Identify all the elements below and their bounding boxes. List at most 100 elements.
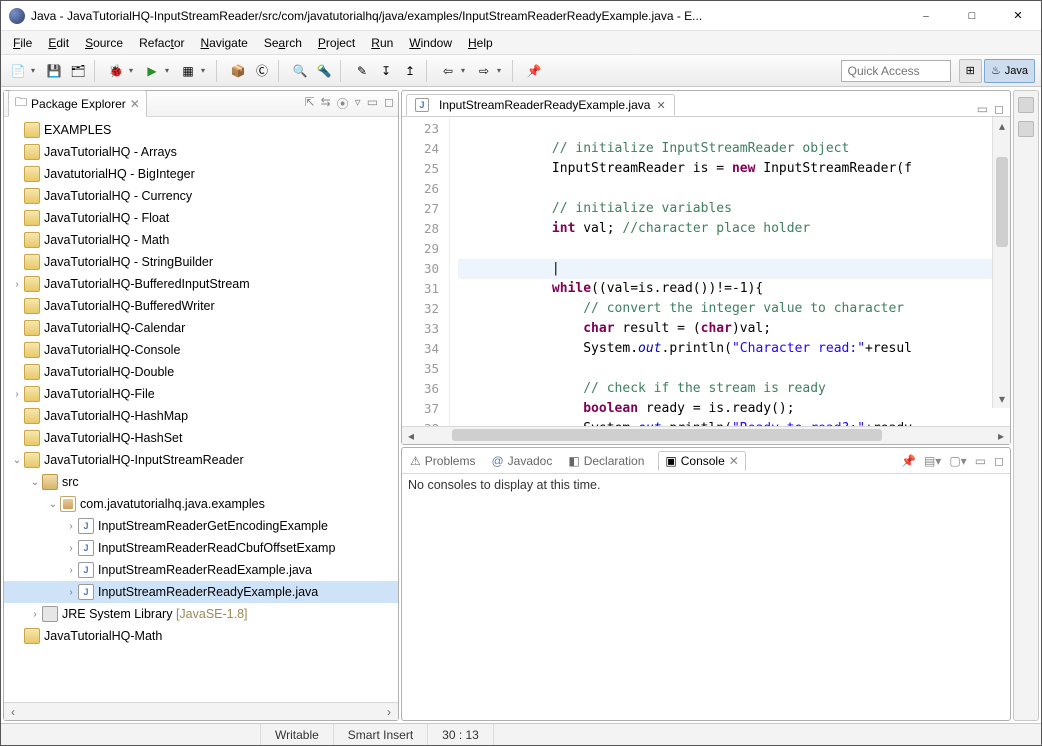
tree-project[interactable]: JavaTutorialHQ - Arrays — [4, 141, 398, 163]
save-all-button[interactable]: 🗂 — [67, 60, 89, 82]
tree-project[interactable]: JavaTutorialHQ - Float — [4, 207, 398, 229]
run-dropdown[interactable]: ▾ — [165, 66, 175, 75]
editor-minimize-icon[interactable]: ▭ — [977, 102, 988, 116]
coverage-dropdown[interactable]: ▾ — [201, 66, 211, 75]
editor-hscrollbar[interactable]: ◂▸ — [402, 426, 1010, 444]
search-button[interactable]: 🔦 — [313, 60, 335, 82]
new-dropdown[interactable]: ▾ — [31, 66, 41, 75]
maximize-view-icon[interactable]: ◻ — [384, 95, 394, 112]
package-explorer-tab[interactable]: 🗀 Package Explorer ✕ — [8, 90, 147, 117]
tree-java-file[interactable]: ›InputStreamReaderGetEncodingExample — [4, 515, 398, 537]
pin-button[interactable]: 📌 — [523, 60, 545, 82]
menu-source[interactable]: Source — [79, 34, 129, 52]
open-console-icon[interactable]: ▢▾ — [949, 454, 966, 468]
quick-access-input[interactable] — [841, 60, 951, 82]
tab-problems[interactable]: ⚠Problems — [408, 452, 477, 470]
tab-declaration[interactable]: ◧Declaration — [566, 452, 646, 470]
new-button[interactable]: 📄 — [7, 60, 29, 82]
tree-project[interactable]: ›JavaTutorialHQ-File — [4, 383, 398, 405]
tab-close-icon[interactable]: ✕ — [656, 99, 665, 112]
tree-project-expanded[interactable]: ⌄JavaTutorialHQ-InputStreamReader — [4, 449, 398, 471]
tree-java-file-selected[interactable]: ›InputStreamReaderReadyExample.java — [4, 581, 398, 603]
tab-console[interactable]: ▣Console ✕ — [658, 451, 745, 471]
debug-dropdown[interactable]: ▾ — [129, 66, 139, 75]
tree-package[interactable]: ⌄com.javatutorialhq.java.examples — [4, 493, 398, 515]
new-package-button[interactable]: 📦 — [227, 60, 249, 82]
outline-minimized-strip[interactable] — [1013, 90, 1039, 721]
next-annotation-button[interactable]: ↧ — [375, 60, 397, 82]
tree-jre[interactable]: ›JRE System Library [JavaSE-1.8] — [4, 603, 398, 625]
tree-project[interactable]: JavatutorialHQ - BigInteger — [4, 163, 398, 185]
debug-button[interactable]: 🐞 — [105, 60, 127, 82]
tree-project[interactable]: JavaTutorialHQ-BufferedWriter — [4, 295, 398, 317]
link-editor-icon[interactable]: ⇆ — [321, 95, 331, 112]
folder-icon — [24, 320, 40, 336]
tree-project[interactable]: JavaTutorialHQ-Calendar — [4, 317, 398, 339]
close-button[interactable]: ✕ — [995, 1, 1041, 31]
tree-project[interactable]: JavaTutorialHQ-Double — [4, 361, 398, 383]
maximize-button[interactable]: □ — [949, 1, 995, 31]
editor-tab-active[interactable]: InputStreamReaderReadyExample.java ✕ — [406, 94, 675, 116]
tree-project[interactable]: JavaTutorialHQ-Console — [4, 339, 398, 361]
tab-javadoc[interactable]: @Javadoc — [489, 452, 554, 470]
window-controls: – □ ✕ — [903, 1, 1041, 31]
forward-button[interactable]: ⇨ — [473, 60, 495, 82]
tree-project[interactable]: JavaTutorialHQ - Currency — [4, 185, 398, 207]
tree-project[interactable]: JavaTutorialHQ-Math — [4, 625, 398, 647]
editor-panel: InputStreamReaderReadyExample.java ✕ ▭ ◻… — [401, 90, 1011, 445]
code-area[interactable]: // initialize InputStreamReader object I… — [450, 117, 1010, 426]
tree-project[interactable]: JavaTutorialHQ - StringBuilder — [4, 251, 398, 273]
editor-body[interactable]: 23242526272829303132333435363738 // init… — [402, 117, 1010, 426]
menu-project[interactable]: Project — [312, 34, 361, 52]
open-perspective-button[interactable]: ⊞ — [959, 59, 982, 83]
tree-project[interactable]: JavaTutorialHQ-HashSet — [4, 427, 398, 449]
tree-java-file[interactable]: ›InputStreamReaderReadExample.java — [4, 559, 398, 581]
folder-icon — [24, 166, 40, 182]
outline-icon[interactable] — [1018, 121, 1034, 137]
tree-project[interactable]: JavaTutorialHQ-HashMap — [4, 405, 398, 427]
tree-project[interactable]: JavaTutorialHQ - Math — [4, 229, 398, 251]
minimize-button[interactable]: – — [903, 1, 949, 31]
open-type-button[interactable]: 🔍 — [289, 60, 311, 82]
toggle-mark-button[interactable]: ✎ — [351, 60, 373, 82]
forward-dropdown[interactable]: ▾ — [497, 66, 507, 75]
view-menu-icon[interactable]: ▿ — [355, 95, 361, 112]
tree-hscrollbar[interactable]: ‹› — [4, 702, 398, 720]
collapse-all-icon[interactable]: ⇱ — [305, 95, 315, 112]
save-button[interactable]: 💾 — [43, 60, 65, 82]
display-console-icon[interactable]: ▤▾ — [924, 454, 941, 468]
console-min-icon[interactable]: ▭ — [975, 454, 986, 468]
folder-icon — [24, 232, 40, 248]
filters-icon[interactable]: ⦿ — [337, 95, 349, 112]
tree-project[interactable]: EXAMPLES — [4, 119, 398, 141]
minimize-view-icon[interactable]: ▭ — [367, 95, 378, 112]
coverage-button[interactable]: ▦ — [177, 60, 199, 82]
menu-help[interactable]: Help — [462, 34, 499, 52]
tree-java-file[interactable]: ›InputStreamReaderReadCbufOffsetExamp — [4, 537, 398, 559]
editor-tabs: InputStreamReaderReadyExample.java ✕ ▭ ◻ — [402, 91, 1010, 117]
console-max-icon[interactable]: ◻ — [994, 454, 1004, 468]
prev-annotation-button[interactable]: ↥ — [399, 60, 421, 82]
editor-maximize-icon[interactable]: ◻ — [994, 102, 1004, 116]
perspective-java[interactable]: ♨ Java — [984, 59, 1035, 83]
menu-run[interactable]: Run — [365, 34, 399, 52]
back-dropdown[interactable]: ▾ — [461, 66, 471, 75]
menu-file[interactable]: File — [7, 34, 38, 52]
new-class-button[interactable]: Ⓒ — [251, 60, 273, 82]
run-button[interactable]: ▶ — [141, 60, 163, 82]
editor-vscrollbar[interactable]: ▴▾ — [992, 117, 1010, 408]
bottom-tabs: ⚠Problems @Javadoc ◧Declaration ▣Console… — [402, 448, 1010, 474]
menu-refactor[interactable]: Refactor — [133, 34, 190, 52]
pin-console-icon[interactable]: 📌 — [901, 454, 916, 468]
package-explorer-tree[interactable]: EXAMPLES JavaTutorialHQ - Arrays Javatut… — [4, 117, 398, 702]
java-file-icon — [78, 584, 94, 600]
restore-view-icon[interactable] — [1018, 97, 1034, 113]
menu-search[interactable]: Search — [258, 34, 308, 52]
back-button[interactable]: ⇦ — [437, 60, 459, 82]
tree-src[interactable]: ⌄src — [4, 471, 398, 493]
menu-navigate[interactable]: Navigate — [194, 34, 253, 52]
menu-edit[interactable]: Edit — [42, 34, 75, 52]
menu-window[interactable]: Window — [403, 34, 458, 52]
tree-project[interactable]: ›JavaTutorialHQ-BufferedInputStream — [4, 273, 398, 295]
status-left — [1, 724, 261, 745]
